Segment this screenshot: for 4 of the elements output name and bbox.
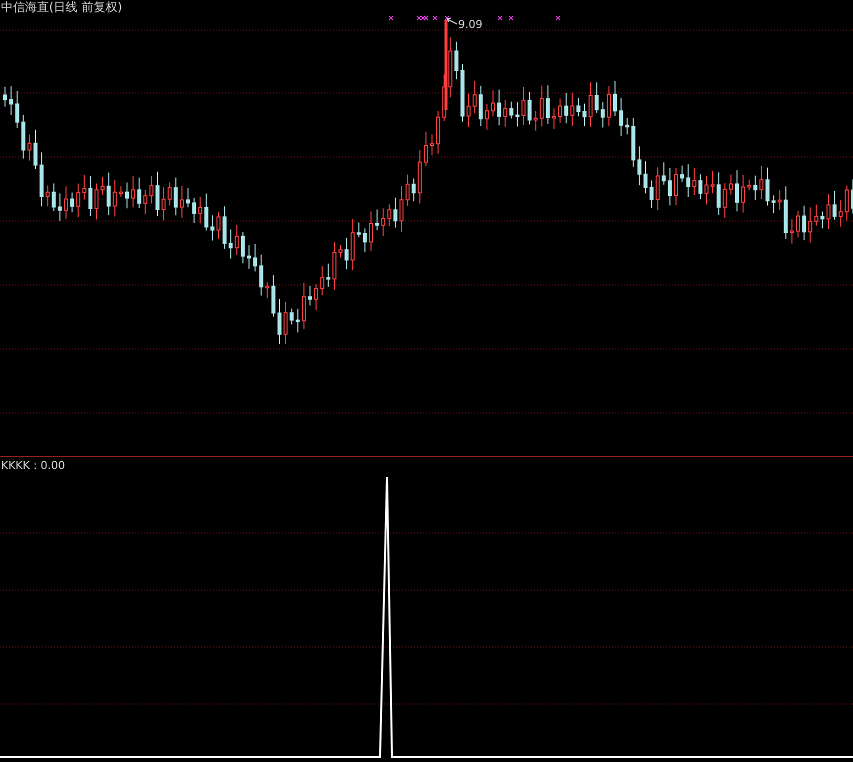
indicator-label: KKKK : 0.00 — [1, 459, 66, 472]
arrow-icon — [446, 18, 458, 24]
high-price-label: 9.09 — [458, 18, 482, 31]
chart-title: 中信海直(日线 前复权) — [1, 0, 122, 14]
